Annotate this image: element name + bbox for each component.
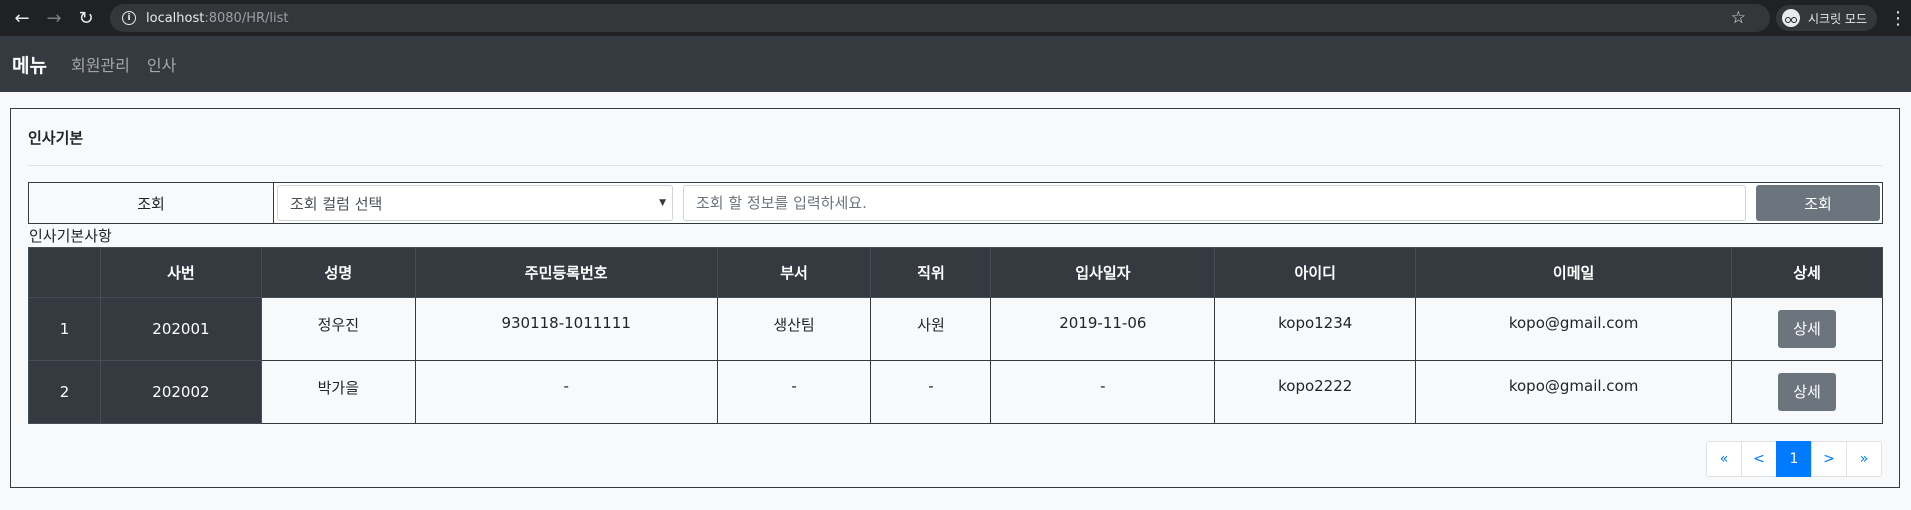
cell-dept: 생산팀: [716, 297, 872, 361]
reload-icon[interactable]: ↻: [72, 4, 100, 32]
cell-rrn: 930118-1011111: [414, 297, 718, 361]
cell-rrn: -: [414, 360, 718, 424]
detail-button[interactable]: 상세: [1778, 373, 1837, 411]
page-first-button[interactable]: «: [1706, 441, 1742, 477]
title-divider: [28, 165, 1882, 166]
col-header-no: [28, 247, 101, 298]
incognito-badge[interactable]: 시크릿 모드: [1775, 5, 1877, 31]
col-header-rrn: 주민등록번호: [414, 247, 718, 298]
card-title: 인사기본: [28, 129, 84, 147]
col-header-position: 직위: [870, 247, 992, 298]
page-next-button[interactable]: >: [1811, 441, 1847, 477]
col-header-user-id: 아이디: [1214, 247, 1417, 298]
incognito-label: 시크릿 모드: [1807, 11, 1867, 26]
nav-link-member-management[interactable]: 회원관리: [71, 52, 130, 76]
browser-menu-icon[interactable]: ⋮: [1889, 8, 1907, 29]
table-row: 1 202001 정우진 930118-1011111 생산팀 사원 2019-…: [28, 297, 1883, 361]
cell-no: 2: [28, 360, 101, 424]
navbar-brand[interactable]: 메뉴: [12, 51, 47, 78]
col-header-email: 이메일: [1415, 247, 1733, 298]
back-arrow-icon[interactable]: ←: [8, 4, 36, 32]
app-navbar: 메뉴 회원관리 인사: [0, 36, 1911, 92]
pagination: « < 1 > »: [1706, 441, 1882, 477]
cell-no: 1: [28, 297, 101, 361]
page-prev-button[interactable]: <: [1741, 441, 1777, 477]
cell-position: -: [870, 360, 992, 424]
search-button[interactable]: 조회: [1756, 185, 1880, 221]
bookmark-star-icon[interactable]: ☆: [1731, 8, 1746, 28]
address-bar[interactable]: i localhost:8080/HR/list ☆: [110, 4, 1770, 32]
hr-card: 인사기본 조회 조회 컬럼 선택 ▼ 조회 인사기본사항 사번 성명 주민등록번…: [10, 108, 1900, 488]
col-header-name: 성명: [260, 247, 416, 298]
incognito-icon: [1781, 9, 1800, 27]
cell-name: 박가을: [260, 360, 416, 424]
table-caption: 인사기본사항: [29, 227, 112, 245]
table-header-row: 사번 성명 주민등록번호 부서 직위 입사일자 아이디 이메일 상세: [28, 247, 1883, 298]
cell-position: 사원: [870, 297, 992, 361]
search-label: 조회: [29, 183, 274, 223]
page-current-button[interactable]: 1: [1776, 441, 1812, 477]
cell-emp-id: 202001: [99, 297, 262, 361]
cell-hire-date: -: [990, 360, 1216, 424]
page-last-button[interactable]: »: [1846, 441, 1882, 477]
hr-table: 사번 성명 주민등록번호 부서 직위 입사일자 아이디 이메일 상세 1 202…: [28, 247, 1883, 424]
cell-hire-date: 2019-11-06: [990, 297, 1216, 361]
url-host: localhost: [146, 10, 205, 26]
search-column-select-value: 조회 컬럼 선택: [290, 194, 383, 213]
col-header-dept: 부서: [716, 247, 872, 298]
col-header-emp-id: 사번: [99, 247, 262, 298]
search-input[interactable]: [683, 185, 1746, 221]
url-path: :8080/HR/list: [204, 10, 289, 26]
cell-user-id: kopo1234: [1214, 297, 1417, 361]
nav-link-hr[interactable]: 인사: [147, 52, 176, 76]
detail-button[interactable]: 상세: [1778, 310, 1837, 348]
cell-name: 정우진: [260, 297, 416, 361]
caret-down-icon: ▼: [659, 198, 666, 208]
table-row: 2 202002 박가을 - - - - kopo2222 kopo@gmail…: [28, 360, 1883, 424]
cell-emp-id: 202002: [99, 360, 262, 424]
cell-email: kopo@gmail.com: [1415, 360, 1733, 424]
cell-detail: 상세: [1731, 360, 1883, 424]
cell-email: kopo@gmail.com: [1415, 297, 1733, 361]
info-icon[interactable]: i: [122, 11, 136, 25]
forward-arrow-icon[interactable]: →: [40, 4, 68, 32]
col-header-hire-date: 입사일자: [990, 247, 1216, 298]
search-column-select[interactable]: 조회 컬럼 선택 ▼: [277, 185, 673, 221]
browser-toolbar: ← → ↻ i localhost:8080/HR/list ☆ 시크릿 모드 …: [0, 0, 1911, 36]
cell-detail: 상세: [1731, 297, 1883, 361]
col-header-detail: 상세: [1731, 247, 1883, 298]
cell-dept: -: [716, 360, 872, 424]
search-bar: 조회 조회 컬럼 선택 ▼ 조회: [28, 182, 1883, 224]
cell-user-id: kopo2222: [1214, 360, 1417, 424]
